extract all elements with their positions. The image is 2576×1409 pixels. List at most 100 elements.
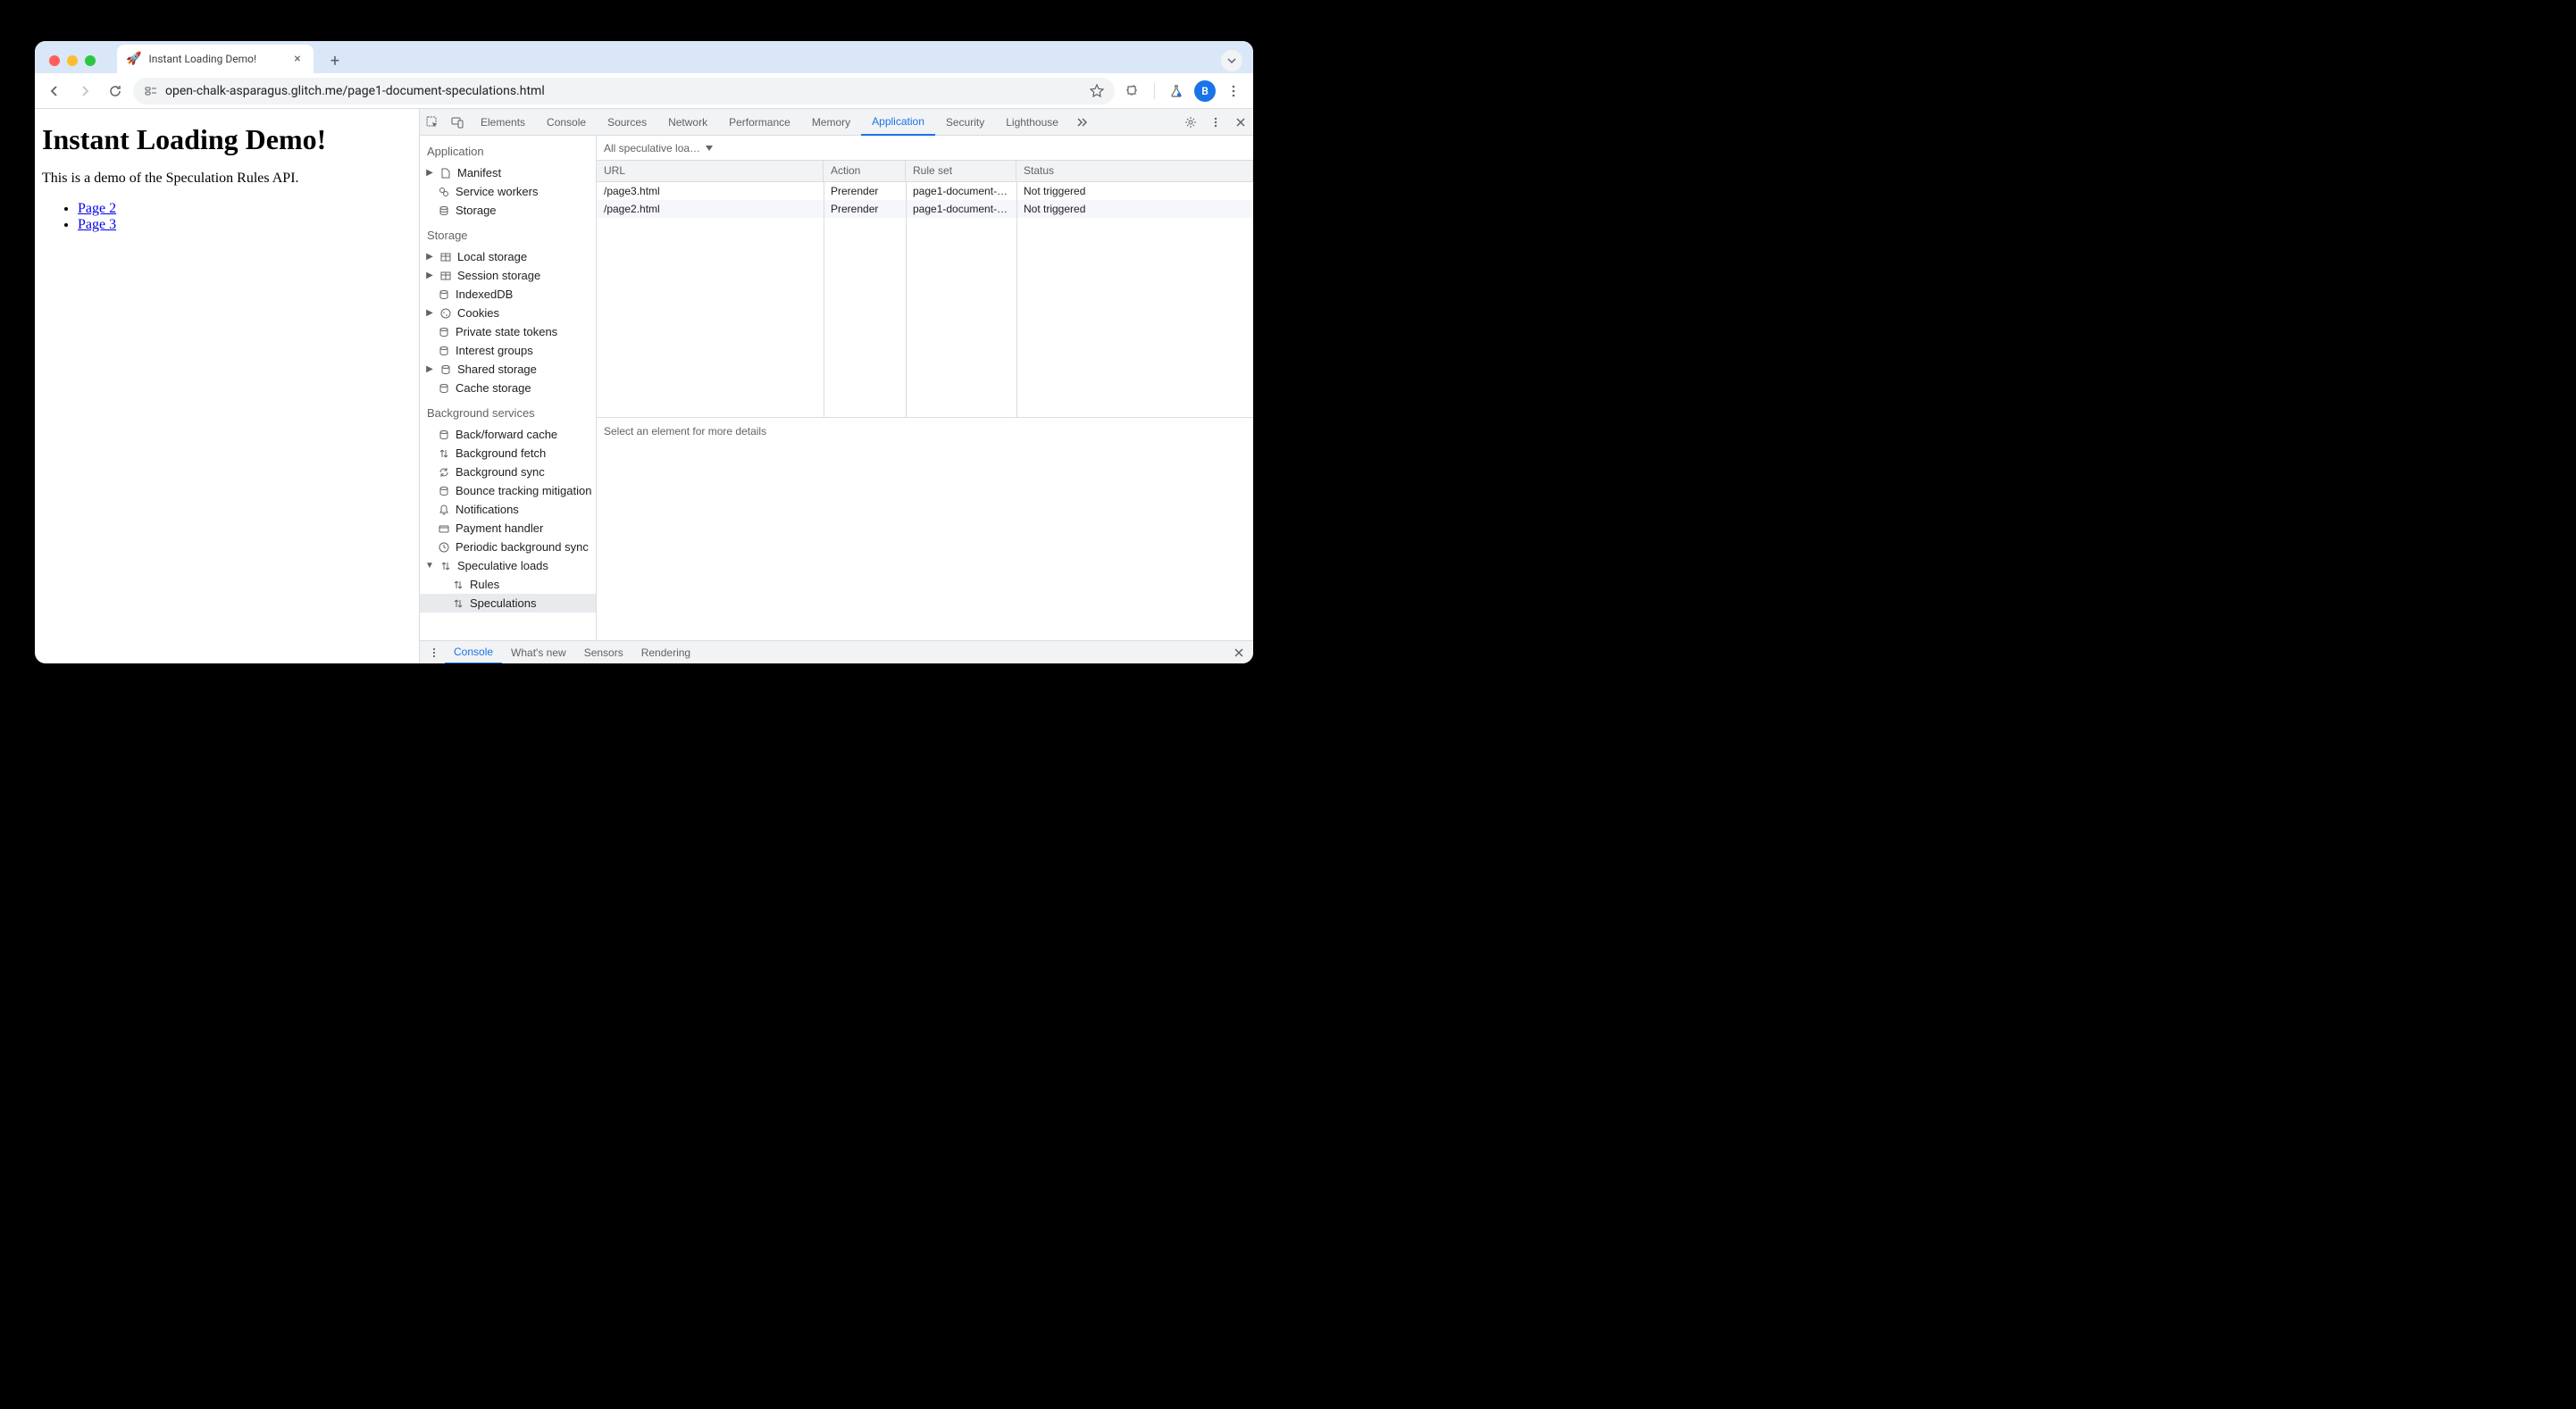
tab-strip: 🚀 Instant Loading Demo! × + [35,41,1253,73]
tab-performance[interactable]: Performance [718,109,801,136]
database-icon [438,326,450,338]
tab-security[interactable]: Security [935,109,995,136]
tab-title: Instant Loading Demo! [148,53,256,65]
settings-button[interactable] [1178,110,1203,135]
cell-action: Prerender [824,182,906,200]
address-bar[interactable]: open-chalk-asparagus.glitch.me/page1-doc… [133,78,1115,104]
sidebar-item-interest-groups[interactable]: Interest groups [420,341,596,360]
sidebar-item-storage[interactable]: Storage [420,201,596,220]
cell-url: /page3.html [597,182,824,200]
cell-ruleset: page1-document-… [906,200,1016,218]
browser-tab[interactable]: 🚀 Instant Loading Demo! × [117,45,314,73]
database-icon [438,204,450,217]
sidebar-item-cache-storage[interactable]: Cache storage [420,379,596,397]
tab-network[interactable]: Network [657,109,718,136]
sidebar-item-notifications[interactable]: Notifications [420,500,596,519]
sidebar-item-speculations[interactable]: Speculations [420,594,596,613]
cell-ruleset: page1-document-… [906,182,1016,200]
document-icon [439,167,452,179]
site-info-icon[interactable] [144,84,158,98]
tab-elements[interactable]: Elements [470,109,536,136]
window-maximize-button[interactable] [85,55,96,66]
tab-lighthouse[interactable]: Lighthouse [995,109,1069,136]
sidebar-item-background-sync[interactable]: Background sync [420,463,596,481]
arrow-right-icon [78,84,92,98]
speculations-filter[interactable]: All speculative loa… [597,136,1253,161]
labs-button[interactable] [1164,79,1189,104]
table-row[interactable]: /page2.html Prerender page1-document-… N… [597,200,1253,218]
devtools-menu-button[interactable] [1203,110,1228,135]
new-tab-button[interactable]: + [322,48,347,73]
page-description: This is a demo of the Speculation Rules … [42,171,412,187]
sidebar-item-indexeddb[interactable]: IndexedDB [420,285,596,304]
table-row[interactable]: /page3.html Prerender page1-document-… N… [597,182,1253,200]
tab-memory[interactable]: Memory [801,109,861,136]
tab-favicon: 🚀 [126,52,141,66]
drawer-close-button[interactable] [1228,647,1250,658]
bookmark-button[interactable] [1090,84,1104,98]
cell-status: Not triggered [1016,200,1253,218]
database-icon [438,382,450,395]
table-icon [439,251,452,263]
sidebar-item-rules[interactable]: Rules [420,575,596,594]
sidebar-item-background-fetch[interactable]: Background fetch [420,444,596,463]
link-page-3[interactable]: Page 3 [78,217,116,232]
th-action[interactable]: Action [824,161,906,181]
link-page-2[interactable]: Page 2 [78,201,116,216]
th-ruleset[interactable]: Rule set [906,161,1016,181]
sidebar-item-local-storage[interactable]: ▶Local storage [420,247,596,266]
sidebar-item-shared-storage[interactable]: ▶Shared storage [420,360,596,379]
th-status[interactable]: Status [1016,161,1253,181]
sidebar-item-payment-handler[interactable]: Payment handler [420,519,596,538]
reload-icon [108,84,122,98]
kebab-icon [1209,116,1222,129]
more-tabs-button[interactable] [1069,110,1094,135]
tab-sources[interactable]: Sources [597,109,657,136]
devtools-close-button[interactable] [1228,110,1253,135]
speculations-table: URL Action Rule set Status /page3.html P… [597,161,1253,418]
sidebar-item-speculative-loads[interactable]: ▼Speculative loads [420,556,596,575]
clock-icon [438,541,450,554]
forward-button[interactable] [72,79,97,104]
sidebar-item-periodic-sync[interactable]: Periodic background sync [420,538,596,556]
tab-list-button[interactable] [1221,50,1242,71]
cell-status: Not triggered [1016,182,1253,200]
sidebar-item-session-storage[interactable]: ▶Session storage [420,266,596,285]
sidebar-section-background-services: Background services [420,401,596,425]
sidebar-item-bfcache[interactable]: Back/forward cache [420,425,596,444]
window-close-button[interactable] [49,55,60,66]
drawer-tab-rendering[interactable]: Rendering [632,641,699,664]
inspect-button[interactable] [420,110,445,135]
cookie-icon [439,307,452,320]
back-button[interactable] [42,79,67,104]
table-header: URL Action Rule set Status [597,161,1253,182]
sidebar-item-private-state-tokens[interactable]: Private state tokens [420,322,596,341]
tab-close-button[interactable]: × [290,52,305,66]
th-url[interactable]: URL [597,161,824,181]
sidebar-item-manifest[interactable]: ▶Manifest [420,163,596,182]
drawer-tab-console[interactable]: Console [445,641,502,664]
sidebar-item-service-workers[interactable]: Service workers [420,182,596,201]
drawer-tab-sensors[interactable]: Sensors [575,641,632,664]
extensions-area: B [1120,79,1246,104]
profile-avatar[interactable]: B [1194,80,1216,102]
reload-button[interactable] [103,79,128,104]
tab-application[interactable]: Application [861,109,935,136]
device-toggle-button[interactable] [445,110,470,135]
extensions-button[interactable] [1120,79,1145,104]
window-minimize-button[interactable] [67,55,78,66]
tab-console[interactable]: Console [536,109,597,136]
flask-icon [1169,84,1183,98]
card-icon [438,522,450,535]
chevron-down-icon [1227,58,1236,63]
sidebar-item-cookies[interactable]: ▶Cookies [420,304,596,322]
drawer-menu-button[interactable] [423,647,445,658]
sync-icon [438,466,450,479]
close-icon [1234,647,1244,658]
menu-button[interactable] [1221,79,1246,104]
sidebar-item-bounce-tracking[interactable]: Bounce tracking mitigation [420,481,596,500]
avatar-initial: B [1201,85,1209,97]
table-body: /page3.html Prerender page1-document-… N… [597,182,1253,418]
drawer-tab-whats-new[interactable]: What's new [502,641,575,664]
window-controls [42,48,103,73]
